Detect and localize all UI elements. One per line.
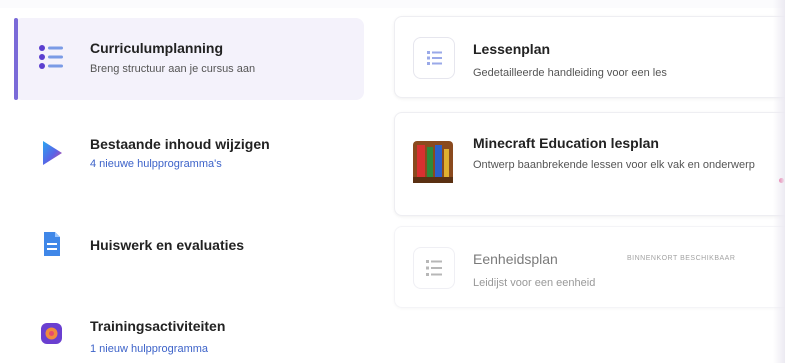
card-lessenplan[interactable]: Lessenplan Gedetailleerde handleiding vo… — [394, 16, 785, 98]
selected-indicator — [14, 18, 18, 100]
card-title: Minecraft Education lesplan — [473, 135, 659, 151]
list-icon — [36, 42, 66, 72]
nav-item-title: Trainingsactiviteiten — [90, 318, 226, 334]
edge-shadow — [773, 0, 785, 363]
nav-item-subtitle: 1 nieuw hulpprogramma — [90, 343, 209, 355]
nav-item-bestaande-inhoud[interactable]: Bestaande inhoud wijzigen 4 nieuwe hulpp… — [14, 120, 364, 190]
nav-item-title: Bestaande inhoud wijzigen — [90, 136, 270, 152]
document-icon — [36, 229, 66, 259]
category-nav: Curriculumplanning Breng structuur aan j… — [0, 0, 370, 363]
coming-soon-badge: BINNENKORT BESCHIKBAAR — [627, 255, 736, 262]
unit-list-icon — [413, 247, 455, 289]
card-minecraft-lesplan[interactable]: Minecraft Education lesplan Ontwerp baan… — [394, 112, 785, 216]
nav-item-trainingsactiviteiten[interactable]: Trainingsactiviteiten 1 nieuw hulpprogra… — [14, 300, 364, 363]
nav-item-subtitle: Breng structuur aan je cursus aan — [90, 63, 256, 75]
card-description: Gedetailleerde handleiding voor een les — [473, 67, 667, 79]
nav-item-subtitle: 4 nieuwe hulpprogramma's — [90, 158, 222, 170]
training-icon — [36, 318, 66, 348]
card-eenheidsplan[interactable]: Eenheidsplan BINNENKORT BESCHIKBAAR Leid… — [394, 226, 785, 308]
card-title: Eenheidsplan — [473, 251, 558, 267]
nav-item-title: Huiswerk en evaluaties — [90, 237, 245, 253]
card-title: Lessenplan — [473, 41, 551, 57]
nav-item-title: Curriculumplanning — [90, 40, 223, 56]
card-description: Ontwerp baanbrekende lessen voor elk vak… — [473, 159, 755, 171]
nav-item-huiswerk[interactable]: Huiswerk en evaluaties — [14, 215, 364, 275]
minecraft-icon — [413, 141, 453, 183]
lesson-list-icon — [413, 37, 455, 79]
card-description: Leidijst voor een eenheid — [473, 277, 596, 289]
play-shape-icon — [36, 138, 66, 168]
nav-item-curriculumplanning[interactable]: Curriculumplanning Breng structuur aan j… — [14, 18, 364, 100]
